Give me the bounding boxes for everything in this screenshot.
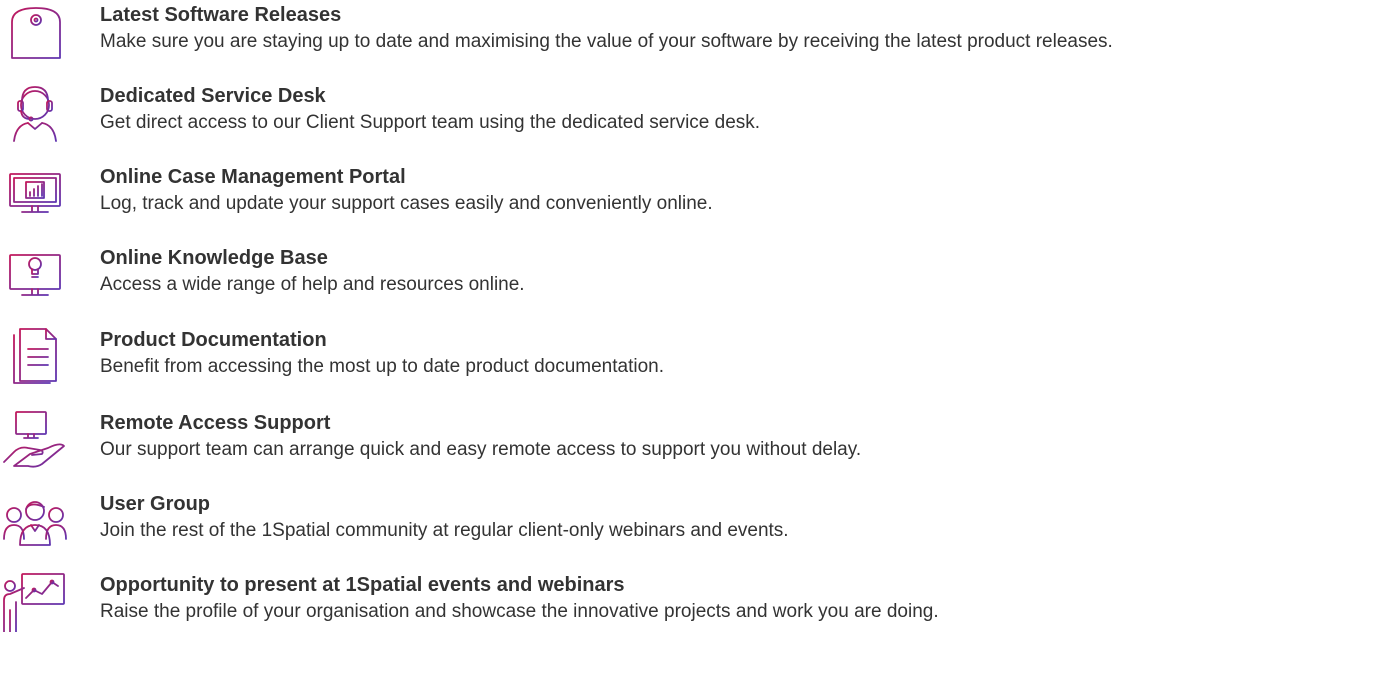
list-item: Opportunity to present at 1Spatial event… [0,573,1394,650]
list-item: User Group Join the rest of the 1Spatial… [0,493,1394,569]
item-title: User Group [100,493,211,515]
item-description: Log, track and update your support cases… [100,193,713,214]
disc-box-icon [0,0,70,62]
item-description: Make sure you are staying up to date and… [100,31,1113,52]
item-title: Opportunity to present at 1Spatial event… [100,574,625,596]
item-title: Online Knowledge Base [100,247,328,269]
item-title: Dedicated Service Desk [100,85,326,107]
presenter-chart-icon [0,570,70,632]
documents-icon [0,325,70,387]
item-description: Benefit from accessing the most up to da… [100,356,664,377]
headset-agent-icon [0,81,70,143]
list-item: Online Knowledge Base Access a wide rang… [0,247,1394,323]
monitor-chart-icon [0,162,70,224]
list-item: Remote Access Support Our support team c… [0,411,1394,488]
item-title: Online Case Management Portal [100,166,406,188]
list-item: Online Case Management Portal Log, track… [0,166,1394,242]
monitor-lightbulb-icon [0,243,70,305]
item-description: Access a wide range of help and resource… [100,274,525,295]
item-description: Join the rest of the 1Spatial community … [100,520,789,541]
user-group-icon [0,489,70,551]
item-title: Remote Access Support [100,412,331,434]
list-item: Dedicated Service Desk Get direct access… [0,85,1394,161]
list-item: Latest Software Releases Make sure you a… [0,4,1394,80]
item-description: Get direct access to our Client Support … [100,112,761,133]
item-description: Our support team can arrange quick and e… [100,439,862,460]
item-title: Product Documentation [100,329,327,351]
item-title: Latest Software Releases [100,4,342,26]
list-item: Product Documentation Benefit from acces… [0,328,1394,405]
hand-monitor-icon [0,408,70,470]
item-description: Raise the profile of your organisation a… [100,601,939,622]
